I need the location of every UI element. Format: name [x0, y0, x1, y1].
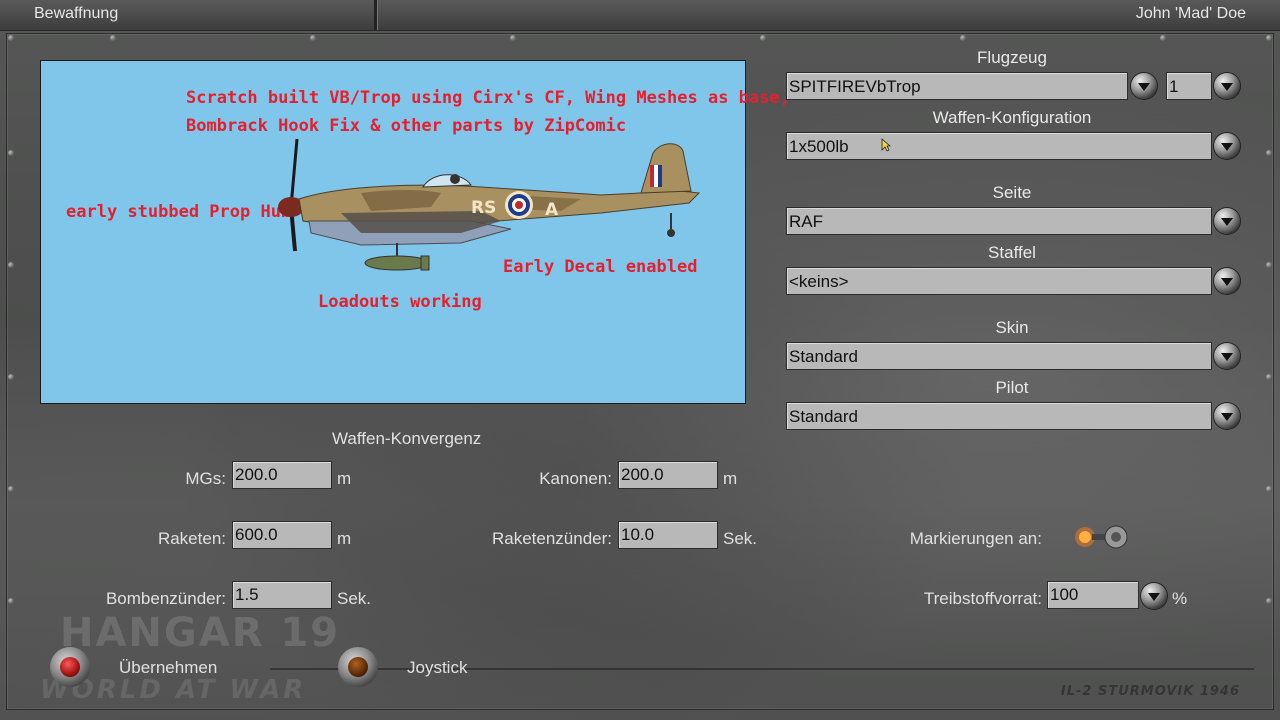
- rivet-icon: [1266, 486, 1272, 492]
- chevron-down-icon: [1138, 83, 1150, 91]
- label-skin: Skin: [995, 318, 1029, 337]
- label-squadron: Staffel: [988, 243, 1036, 262]
- skin-dropdown-button[interactable]: [1214, 343, 1240, 369]
- rocket-fuse-unit: Sek.: [723, 529, 758, 548]
- rivet-icon: [760, 35, 766, 41]
- bomb-fuse-unit: Sek.: [337, 589, 372, 608]
- mouse-cursor-icon: [881, 138, 891, 152]
- pilot-select[interactable]: Standard: [786, 402, 1212, 430]
- weapons-select[interactable]: 1x500lb: [786, 132, 1212, 160]
- rivet-icon: [110, 35, 116, 41]
- rivet-icon: [8, 150, 14, 156]
- rivet-icon: [8, 262, 14, 268]
- rivet-icon: [1266, 35, 1272, 41]
- red-light-icon: [60, 657, 80, 677]
- fuel-select[interactable]: 100: [1047, 581, 1139, 609]
- rivet-icon: [1266, 374, 1272, 380]
- aircraft-code: RS: [471, 198, 496, 218]
- skin-select[interactable]: Standard: [786, 342, 1212, 370]
- aircraft-count-select[interactable]: 1: [1166, 72, 1212, 100]
- convergence-heading: Waffen-Konvergenz: [332, 429, 482, 448]
- fuel-unit: %: [1172, 589, 1188, 608]
- aircraft-preview: Scratch built VB/Trop using Cirx's CF, W…: [40, 60, 790, 404]
- mgs-unit: m: [337, 469, 352, 488]
- chevron-down-icon: [1221, 143, 1233, 151]
- side-dropdown-button[interactable]: [1214, 208, 1240, 234]
- chevron-down-icon: [1221, 218, 1233, 226]
- bomb-fuse-input[interactable]: 1.5: [232, 581, 332, 609]
- hangar-logo: HANGAR 19: [60, 610, 341, 656]
- rockets-unit: m: [337, 529, 352, 548]
- rivet-icon: [1266, 150, 1272, 156]
- rivet-icon: [960, 35, 966, 41]
- pilot-dropdown-button[interactable]: [1214, 403, 1240, 429]
- joystick-button[interactable]: [338, 647, 378, 687]
- markings-toggle[interactable]: [1070, 519, 1130, 555]
- rivet-icon: [1266, 598, 1272, 604]
- label-side: Seite: [992, 183, 1032, 202]
- mgs-input[interactable]: 200.0: [232, 461, 332, 489]
- game-logo: IL-2 STURMOVIK 1946: [1060, 684, 1240, 699]
- spitfire-icon: RS A: [278, 138, 701, 271]
- title-divider: [374, 0, 377, 30]
- label-aircraft: Flugzeug: [977, 48, 1047, 67]
- chevron-down-icon: [1221, 413, 1233, 421]
- window-title: Bewaffnung: [34, 5, 119, 22]
- aircraft-code: A: [545, 200, 559, 220]
- chevron-down-icon: [1221, 83, 1233, 91]
- apply-button-label[interactable]: Übernehmen: [119, 658, 217, 678]
- rocket-fuse-label: Raketenzünder:: [491, 529, 612, 548]
- cannons-unit: m: [723, 469, 738, 488]
- rivet-icon: [8, 374, 14, 380]
- rivet-icon: [1266, 262, 1272, 268]
- mgs-label: MGs:: [185, 469, 226, 488]
- aircraft-dropdown-button[interactable]: [1131, 73, 1157, 99]
- side-select[interactable]: RAF: [786, 207, 1212, 235]
- rivet-icon: [310, 35, 316, 41]
- chevron-down-icon: [1221, 353, 1233, 361]
- label-weapons: Waffen-Konfiguration: [932, 108, 1092, 127]
- squadron-select[interactable]: <keins>: [786, 267, 1212, 295]
- rockets-input[interactable]: 600.0: [232, 521, 332, 549]
- cannons-input[interactable]: 200.0: [618, 461, 718, 489]
- rivet-icon: [510, 35, 516, 41]
- rivet-icon: [8, 486, 14, 492]
- bomb-fuse-label: Bombenzünder:: [105, 589, 226, 608]
- rockets-label: Raketen:: [157, 529, 226, 548]
- rivet-icon: [1160, 35, 1166, 41]
- chevron-down-icon: [1148, 593, 1160, 601]
- chevron-down-icon: [1221, 278, 1233, 286]
- aircraft-select[interactable]: SPITFIREVbTrop: [786, 72, 1128, 100]
- cannons-label: Kanonen:: [539, 469, 612, 488]
- squadron-dropdown-button[interactable]: [1214, 268, 1240, 294]
- fuel-label: Treibstoffvorrat:: [923, 589, 1042, 608]
- fuel-dropdown-button[interactable]: [1141, 583, 1167, 609]
- title-bar: Bewaffnung John 'Mad' Doe: [0, 0, 1280, 31]
- joystick-button-label[interactable]: Joystick: [407, 658, 467, 678]
- rivet-icon: [8, 35, 14, 41]
- count-dropdown-button[interactable]: [1214, 73, 1240, 99]
- rocket-fuse-input[interactable]: 10.0: [618, 521, 718, 549]
- amber-light-icon: [348, 657, 368, 677]
- rivet-icon: [8, 598, 14, 604]
- markings-label: Markierungen an:: [909, 529, 1042, 548]
- label-pilot: Pilot: [995, 378, 1029, 397]
- apply-button[interactable]: [50, 647, 90, 687]
- weapons-dropdown-button[interactable]: [1214, 133, 1240, 159]
- user-name: John 'Mad' Doe: [1135, 5, 1246, 22]
